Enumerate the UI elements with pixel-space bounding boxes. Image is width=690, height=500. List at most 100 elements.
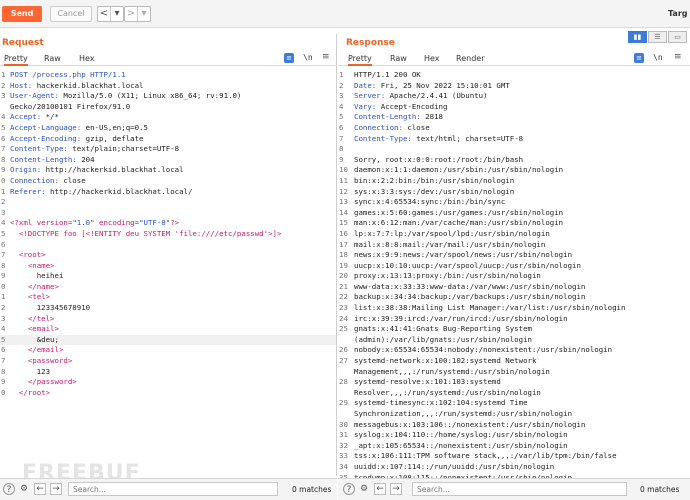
line-number: 7 [339, 133, 344, 143]
layout-split-horizontal-icon[interactable]: ▮▮ [628, 31, 647, 43]
line-number: 18 [339, 250, 348, 260]
forward-arrow-icon[interactable]: > [125, 7, 137, 21]
line-number: 8 [339, 144, 344, 154]
code-line: 22 backup:x:34:34:backup:/var/backups:/us… [338, 292, 690, 303]
line-number: 8 [1, 154, 6, 164]
line-number: 5 [1, 228, 6, 238]
header-value: hackerkid.blackhat.local [32, 80, 144, 90]
body-text: daemon:x:1:1:daemon:/usr/sbin:/usr/sbin/… [354, 165, 564, 175]
newline-toggle-icon[interactable]: \n [653, 53, 663, 62]
line-number: 9 [1, 271, 6, 281]
back-arrow-icon[interactable]: < [98, 7, 110, 21]
xml-token [10, 314, 28, 323]
body-text: lp:x:7:7:lp:/var/spool/lpd:/usr/sbin/nol… [354, 228, 550, 238]
forward-menu-chevron-icon[interactable]: ▾ [138, 7, 150, 21]
code-line: 7 Content-Type: text/html; charset=UTF-8 [338, 134, 690, 145]
code-line: 9 heihei [0, 271, 336, 282]
response-tab-hex[interactable]: Hex [424, 53, 440, 66]
request-tab-pretty[interactable]: Pretty [4, 53, 28, 66]
request-tab-raw[interactable]: Raw [44, 53, 61, 66]
body-text: proxy:x:13:13:proxy:/bin:/usr/sbin/nolog… [354, 271, 541, 281]
header-value: http://hackerkid.blackhat.local [41, 165, 184, 175]
line-number: 14 [339, 207, 348, 217]
line-number: 7 [1, 144, 6, 154]
response-viewer[interactable]: 1 HTTP/1.1 200 OK 2 Date: Fri, 25 Nov 2022 … [338, 70, 690, 483]
wrap-text-icon[interactable]: ≡ [284, 53, 294, 63]
newline-toggle-icon[interactable]: \n [303, 53, 313, 62]
code-line: 18 news:x:9:9:news:/var/spool/news:/usr/s… [338, 250, 690, 261]
xml-token: </tel> [27, 313, 55, 323]
code-line: 1 <tel> [0, 292, 336, 303]
request-title: Request [2, 38, 44, 48]
request-editor[interactable]: 1 POST /process.php HTTP/1.1 2 Host: hacker… [0, 70, 336, 398]
xml-token [10, 261, 28, 270]
layout-split-vertical-icon[interactable]: ☰ [648, 31, 667, 43]
top-toolbar: Send Cancel < ▾ > ▾ Targ [0, 0, 690, 28]
line-number: 16 [339, 228, 348, 238]
header-value: http://hackerkid.blackhat.local/ [45, 186, 193, 196]
line-number: 33 [339, 451, 348, 461]
back-menu-chevron-icon[interactable]: ▾ [111, 7, 123, 21]
prev-match-arrow-icon[interactable]: ← [34, 483, 46, 495]
code-line: 5 &deu; [0, 334, 336, 346]
code-line: 12 sys:x:3:3:sys:/dev:/usr/sbin/nologin [338, 187, 690, 198]
settings-gear-icon[interactable]: ⚙ [358, 483, 370, 495]
xml-token: version= [36, 218, 73, 228]
request-search-input[interactable] [68, 482, 278, 496]
code-line: 6 Connection: close [338, 123, 690, 134]
next-match-arrow-icon[interactable]: → [50, 483, 62, 495]
response-tab-raw[interactable]: Raw [390, 53, 407, 66]
body-text: systemd-timesync:x:102:104:systemd Time [354, 398, 528, 408]
line-number: 12 [339, 186, 348, 196]
line-number: 5 [1, 334, 6, 344]
code-line: 34 uuidd:x:107:114::/run/uuidd:/usr/sbin/… [338, 462, 690, 473]
code-line: 5 Accept-Language: en-US,en;q=0.5 [0, 123, 336, 134]
layout-single-icon[interactable]: ▭ [668, 31, 687, 43]
header-name: Content-Length: [10, 154, 77, 164]
body-text: uuidd:x:107:114::/run/uuidd:/usr/sbin/no… [354, 461, 555, 471]
xml-token: <name> [27, 260, 55, 270]
target-label[interactable]: Targ [668, 9, 688, 18]
body-text: www-data:x:33:33:www-data:/var/www:/usr/… [354, 281, 586, 291]
header-name: Vary: [354, 101, 377, 111]
code-line: 2 Date: Fri, 25 Nov 2022 15:10:01 GMT [338, 81, 690, 92]
response-tab-pretty[interactable]: Pretty [348, 53, 372, 66]
line-number: 30 [339, 419, 348, 429]
prev-match-arrow-icon[interactable]: ← [374, 483, 386, 495]
line-number: 6 [339, 122, 344, 132]
body-text: sys:x:3:3:sys:/dev:/usr/sbin/nologin [354, 186, 515, 196]
code-line: 2 [0, 197, 336, 208]
line-number: 0 [1, 387, 6, 397]
code-line: Resolver,,,:/run/systemd:/usr/sbin/nolog… [338, 388, 690, 399]
help-icon[interactable]: ? [3, 483, 15, 495]
header-value: Fri, 25 Nov 2022 15:10:01 GMT [376, 80, 510, 90]
wrap-text-icon[interactable]: ≡ [634, 53, 644, 63]
response-search-input[interactable] [412, 482, 627, 496]
menu-icon[interactable]: ≡ [322, 52, 330, 62]
help-icon[interactable]: ? [343, 483, 355, 495]
line-number: 28 [339, 377, 348, 387]
response-pane: ▮▮ ☰ ▭ Response Pretty Raw Hex Render ≡ … [338, 31, 690, 482]
line-number: 9 [1, 165, 6, 175]
xml-token: "1.0" [72, 218, 100, 228]
code-line: 9 Sorry, root:x:0:0:root:/root:/bin/bash [338, 155, 690, 166]
code-line: 10 daemon:x:1:1:daemon:/usr/sbin:/usr/sbi… [338, 165, 690, 176]
body-text: _apt:x:105:65534::/nonexistent:/usr/sbin… [354, 440, 568, 450]
line-number: 11 [339, 175, 348, 185]
body-text: systemd-resolve:x:101:103:systemd [354, 377, 501, 387]
menu-icon[interactable]: ≡ [674, 52, 682, 62]
send-button[interactable]: Send [2, 6, 42, 22]
xml-token: ?> [170, 218, 180, 228]
cancel-button[interactable]: Cancel [50, 6, 92, 22]
line-number: 6 [1, 239, 6, 249]
next-match-arrow-icon[interactable]: → [390, 483, 402, 495]
header-value: en-US,en;q=0.5 [81, 122, 148, 132]
code-line: 0 </root> [0, 388, 336, 399]
request-tab-hex[interactable]: Hex [79, 53, 95, 66]
header-value: */* [41, 112, 59, 122]
xml-token: encoding= [99, 218, 140, 228]
response-tab-render[interactable]: Render [456, 53, 484, 66]
settings-gear-icon[interactable]: ⚙ [18, 483, 30, 495]
code-line: 9 Origin: http://hackerkid.blackhat.local [0, 165, 336, 176]
body-text: Management,,,:/run/systemd:/usr/sbin/nol… [354, 366, 550, 376]
